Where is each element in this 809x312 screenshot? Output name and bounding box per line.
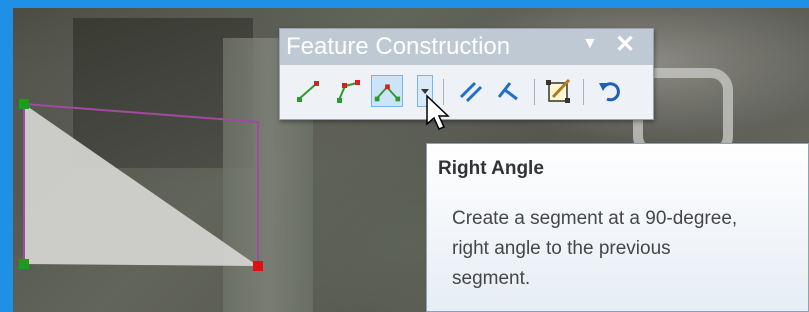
feature-construction-toolbar[interactable]: Feature Construction ▼ ✕ bbox=[279, 28, 654, 120]
tooltip-title: Right Angle bbox=[438, 158, 544, 179]
right-angle-icon[interactable] bbox=[371, 75, 403, 107]
tooltip-line: right angle to the previous bbox=[452, 238, 671, 259]
toolbar-separator bbox=[583, 79, 584, 105]
line-segment-icon[interactable] bbox=[292, 75, 324, 107]
mouse-pointer-icon bbox=[426, 94, 450, 130]
app-frame: Feature Construction ▼ ✕ Right Angle Cre… bbox=[0, 0, 809, 312]
tool-row bbox=[280, 69, 653, 113]
midpoint-icon[interactable] bbox=[332, 75, 364, 107]
toolbar-title-bar[interactable]: Feature Construction ▼ ✕ bbox=[280, 29, 653, 65]
parallel-icon[interactable] bbox=[455, 75, 487, 107]
vertex-current[interactable] bbox=[253, 261, 263, 271]
toolbar-title: Feature Construction bbox=[286, 33, 511, 60]
toolbar-separator bbox=[534, 79, 535, 105]
close-icon[interactable]: ✕ bbox=[615, 30, 635, 59]
tooltip-description: Create a segment at a 90-degree, right a… bbox=[452, 204, 797, 294]
dropdown-arrow-icon[interactable]: ▼ bbox=[582, 35, 598, 53]
vertex-bottom-left[interactable] bbox=[19, 259, 29, 269]
sketch-polygon bbox=[24, 104, 258, 266]
vertex-top-left[interactable] bbox=[19, 99, 29, 109]
tooltip-line: Create a segment at a 90-degree, bbox=[452, 208, 738, 229]
tooltip-line: segment. bbox=[452, 268, 531, 289]
trace-icon[interactable] bbox=[543, 75, 575, 107]
perpendicular-icon[interactable] bbox=[491, 75, 523, 107]
undo-icon[interactable] bbox=[595, 75, 627, 107]
tooltip: Right Angle Create a segment at a 90-deg… bbox=[426, 143, 809, 312]
